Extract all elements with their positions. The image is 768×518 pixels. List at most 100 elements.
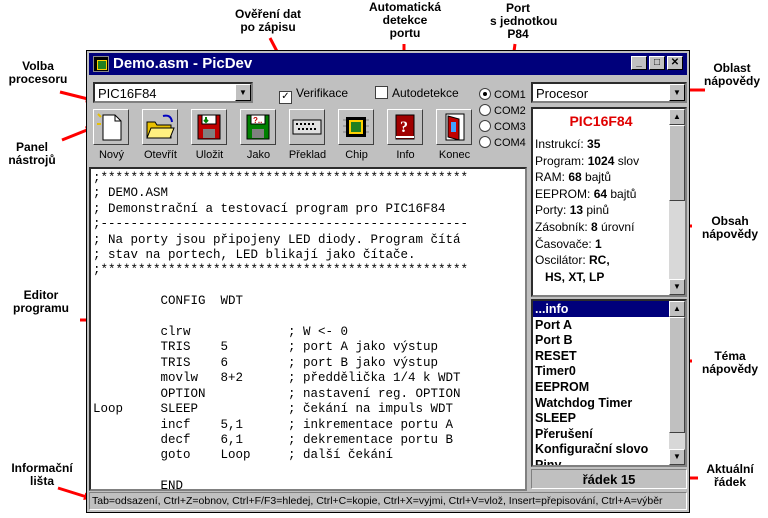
annotation-status-bar: Informační lišta	[11, 461, 73, 488]
help-topic-item[interactable]: Port A	[533, 317, 669, 333]
scroll-up-icon[interactable]: ▲	[669, 301, 685, 317]
help-spec-row: Zásobník: 8 úrovní	[535, 220, 634, 234]
chevron-down-icon[interactable]: ▼	[669, 84, 685, 101]
scroll-down-icon[interactable]: ▼	[669, 279, 685, 295]
status-bar: Tab=odsazení, Ctrl+Z=obnov, Ctrl+F/F3=hl…	[89, 492, 687, 510]
annotation-help-topic: Téma nápovědy	[701, 349, 758, 376]
annotation-toolbar: Panel nástrojů	[8, 140, 56, 167]
maximize-button[interactable]: □	[649, 56, 665, 70]
code-text[interactable]: ;***************************************…	[93, 171, 468, 489]
help-spec-value: 68	[568, 170, 582, 185]
toolbar-button-save[interactable]: Uložit	[187, 107, 232, 161]
help-topic-item[interactable]: Konfigurační slovo	[533, 441, 669, 457]
chevron-down-icon[interactable]: ▼	[235, 84, 251, 101]
radio-dot-icon[interactable]	[479, 136, 491, 148]
port-radio-com2[interactable]: COM2	[479, 104, 526, 117]
annotation-verify: Ověření dat po zápisu	[234, 7, 302, 34]
annotation-editor: Editor programu	[12, 288, 69, 315]
help-topic-item[interactable]: Piny	[533, 457, 669, 465]
help-content-scrollbar[interactable]: ▲ ▼	[669, 109, 685, 295]
help-topic-item[interactable]: EEPROM	[533, 379, 669, 395]
toolbar-button-compile[interactable]: Překlad	[285, 107, 330, 161]
help-spec-unit: bajtů	[581, 170, 612, 185]
help-spec-row: Instrukcí: 35	[535, 137, 600, 151]
port-radio-com1[interactable]: COM1	[479, 88, 526, 101]
port-radio-label: COM2	[494, 105, 526, 117]
scroll-up-icon[interactable]: ▲	[669, 109, 685, 125]
annotation-autodetect: Automatická detekce portu	[368, 0, 442, 40]
verify-checkbox[interactable]: ✓ Verifikace	[279, 86, 348, 104]
exit-door-icon	[436, 109, 472, 145]
help-spec-value: 1024	[587, 153, 615, 168]
toolbar-button-info[interactable]: ? Info	[383, 107, 428, 161]
help-spec-row: Časovače: 1	[535, 237, 602, 251]
svg-text:?: ?	[400, 119, 408, 136]
port-radio-label: COM3	[494, 121, 526, 133]
help-topic-list[interactable]: ...info Port A Port B RESET Timer0 EEPROM Watc…	[531, 299, 687, 467]
radio-dot-icon[interactable]	[479, 120, 491, 132]
scroll-down-icon[interactable]: ▼	[669, 449, 685, 465]
help-topic-item[interactable]: Timer0	[533, 363, 669, 379]
help-spec-row: RAM: 68 bajtů	[535, 170, 611, 184]
help-topic-item[interactable]: RESET	[533, 348, 669, 364]
help-spec-label: Program:	[535, 153, 588, 168]
toolbar-label: Konec	[438, 149, 471, 161]
help-topic-item[interactable]: ...info	[533, 301, 669, 317]
help-spec-value: 64	[593, 186, 608, 201]
help-category-select[interactable]: Procesor ▼	[531, 82, 687, 103]
compile-icon	[289, 109, 325, 145]
annotation-help-content: Obsah nápovědy	[701, 214, 758, 241]
port-radio-com4[interactable]: COM4	[479, 136, 526, 149]
autodetect-checkbox-box[interactable]	[375, 86, 388, 99]
scroll-thumb[interactable]	[669, 125, 685, 201]
processor-select[interactable]: PIC16F84 ▼	[93, 82, 253, 103]
code-editor[interactable]: ;***************************************…	[89, 167, 527, 491]
port-radio-label: COM1	[494, 89, 526, 101]
help-spec-row: Porty: 13 pinů	[535, 203, 609, 217]
help-spec-row: HS, XT, LP	[535, 270, 604, 284]
help-topic-item[interactable]: SLEEP	[533, 410, 669, 426]
new-file-icon	[93, 109, 129, 145]
minimize-button[interactable]: _	[631, 56, 647, 70]
toolbar-button-exit[interactable]: Konec	[432, 107, 477, 161]
chip-app-icon[interactable]	[93, 56, 109, 72]
help-spec-label: Oscilátor:	[535, 253, 590, 268]
help-topic-scrollbar[interactable]: ▲ ▼	[669, 301, 685, 465]
toolbar-button-chip[interactable]: Chip	[334, 107, 379, 161]
help-spec-value: RC,	[589, 253, 610, 268]
current-line-indicator: řádek 15	[531, 469, 687, 489]
radio-dot-icon[interactable]	[479, 104, 491, 116]
annotation-port: Port s jednotkou P84	[490, 1, 558, 41]
help-spec-label: Zásobník:	[535, 220, 592, 234]
help-topic-item[interactable]: Přerušení	[533, 426, 669, 442]
radio-dot-icon[interactable]	[479, 88, 491, 100]
help-topic-item[interactable]: Port B	[533, 332, 669, 348]
autodetect-checkbox[interactable]: Autodetekce	[375, 86, 459, 100]
help-spec-row: EEPROM: 64 bajtů	[535, 187, 636, 201]
save-disk-icon	[191, 109, 227, 145]
help-title: PIC16F84	[569, 113, 633, 129]
save-as-disk-icon: ?..	[240, 109, 276, 145]
help-spec-value: 1	[595, 236, 602, 251]
help-spec-unit: bajtů	[607, 186, 637, 201]
verify-checkbox-label: Verifikace	[296, 86, 349, 100]
annotation-processor-select: Volba procesoru	[8, 59, 68, 86]
open-folder-icon	[142, 109, 178, 145]
svg-text:?..: ?..	[253, 116, 262, 125]
annotation-help-area: Oblast nápovědy	[703, 61, 760, 88]
scroll-thumb[interactable]	[669, 317, 685, 433]
help-spec-label: Porty:	[535, 203, 570, 218]
port-radio-com3[interactable]: COM3	[479, 120, 526, 133]
verify-checkbox-box[interactable]: ✓	[279, 91, 292, 104]
help-spec-label: RAM:	[535, 170, 569, 185]
toolbar-button-open[interactable]: Otevřít	[138, 107, 183, 161]
toolbar-button-new[interactable]: Nový	[89, 107, 134, 161]
help-spec-unit: úrovní	[597, 220, 635, 234]
help-topic-item[interactable]: Watchdog Timer	[533, 395, 669, 411]
window-title: Demo.asm - PicDev	[113, 55, 253, 72]
help-spec-value: 13	[569, 203, 584, 218]
help-spec-unit: pinů	[583, 203, 610, 218]
toolbar-button-save-as[interactable]: ?.. Jako	[236, 107, 281, 161]
close-button[interactable]: ✕	[667, 56, 683, 70]
autodetect-checkbox-label: Autodetekce	[392, 86, 459, 100]
